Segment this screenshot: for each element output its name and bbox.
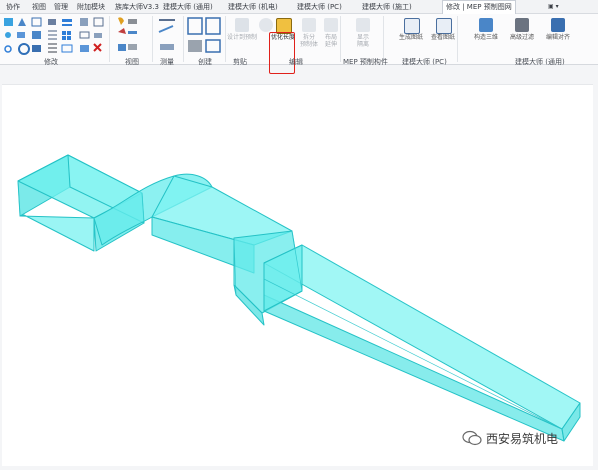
create-tools-icons[interactable] (186, 16, 226, 56)
construct-3d-icon (479, 18, 493, 32)
tab-modeling-construction[interactable]: 建模大师 (施工) (362, 1, 412, 13)
layout-icon (324, 18, 338, 32)
edit-align-button[interactable]: 编辑对齐 (545, 18, 571, 48)
view-tools-icons[interactable] (114, 16, 150, 56)
panel-label-modify: 修改 (44, 58, 58, 66)
tab-modeling-mep[interactable]: 建模大师 (机电) (228, 1, 278, 13)
wechat-icon (462, 430, 482, 446)
modify-tools-icons[interactable] (2, 16, 114, 56)
tab-family-library[interactable]: 族库大师V3.3 (115, 1, 159, 13)
tab-manage[interactable]: 管理 (54, 1, 68, 13)
ribbon: 设计到预制 优化长度 拆分 预制体 布局 延伸 显示 隔离 生成图纸 查看图纸 构造三… (0, 14, 598, 74)
panel-label-create: 创建 (198, 58, 212, 66)
construct-3d-button[interactable]: 构造三维 (473, 18, 499, 48)
advanced-filter-label: 高级过滤 (509, 34, 534, 41)
design-to-fabrication-icon (235, 18, 249, 32)
tab-modify-mep-fabrication[interactable]: 修改 | MEP 预制图网 (442, 0, 516, 14)
filter-icon (515, 18, 529, 32)
tab-view[interactable]: 视图 (32, 1, 46, 13)
generate-drawing-icon (404, 18, 420, 34)
show-isolate-label: 显示 隔离 (356, 34, 369, 48)
3d-viewport[interactable] (2, 84, 593, 466)
ribbon-tab-bar: 协作 视图 管理 附加模块 族库大师V3.3 建模大师 (通用) 建模大师 (机… (0, 0, 598, 14)
view-drawing-button[interactable]: 查看图纸 (430, 18, 456, 48)
panel-label-modeling-pc: 建模大师 (PC) (402, 58, 447, 66)
show-icon (356, 18, 370, 32)
panel-label-edit: 编辑 (289, 58, 303, 66)
align-icon (551, 18, 565, 32)
panel-label-mep-fabrication: MEP 预制构件 (343, 58, 388, 66)
measure-tools-icons[interactable] (156, 16, 182, 56)
tab-modeling-pc[interactable]: 建模大师 (PC) (297, 1, 342, 13)
split-icon (302, 18, 316, 32)
tab-addins[interactable]: 附加模块 (77, 1, 105, 13)
design-to-fabrication-button[interactable]: 设计到预制 (227, 18, 257, 48)
panel-label-clipboard: 剪贴 (233, 58, 247, 66)
show-isolate-button[interactable]: 显示 隔离 (350, 18, 376, 48)
edit-align-label: 编辑对齐 (545, 34, 570, 41)
construct-3d-label: 构造三维 (473, 34, 498, 41)
duct-model (17, 154, 581, 442)
panel-label-measure: 测量 (160, 58, 174, 66)
panel-label-view: 视图 (125, 58, 139, 66)
panel-label-modeling-general: 建模大师 (通用) (515, 58, 565, 66)
tab-collaborate[interactable]: 协作 (6, 1, 20, 13)
view-drawing-icon (436, 18, 452, 34)
watermark-text: 西安易筑机电 (486, 432, 559, 446)
generate-drawing-button[interactable]: 生成图纸 (398, 18, 424, 48)
tab-options-icon[interactable]: ▣ ▾ (548, 1, 559, 13)
tab-modeling-general[interactable]: 建模大师 (通用) (163, 1, 213, 13)
advanced-filter-button[interactable]: 高级过滤 (509, 18, 535, 48)
